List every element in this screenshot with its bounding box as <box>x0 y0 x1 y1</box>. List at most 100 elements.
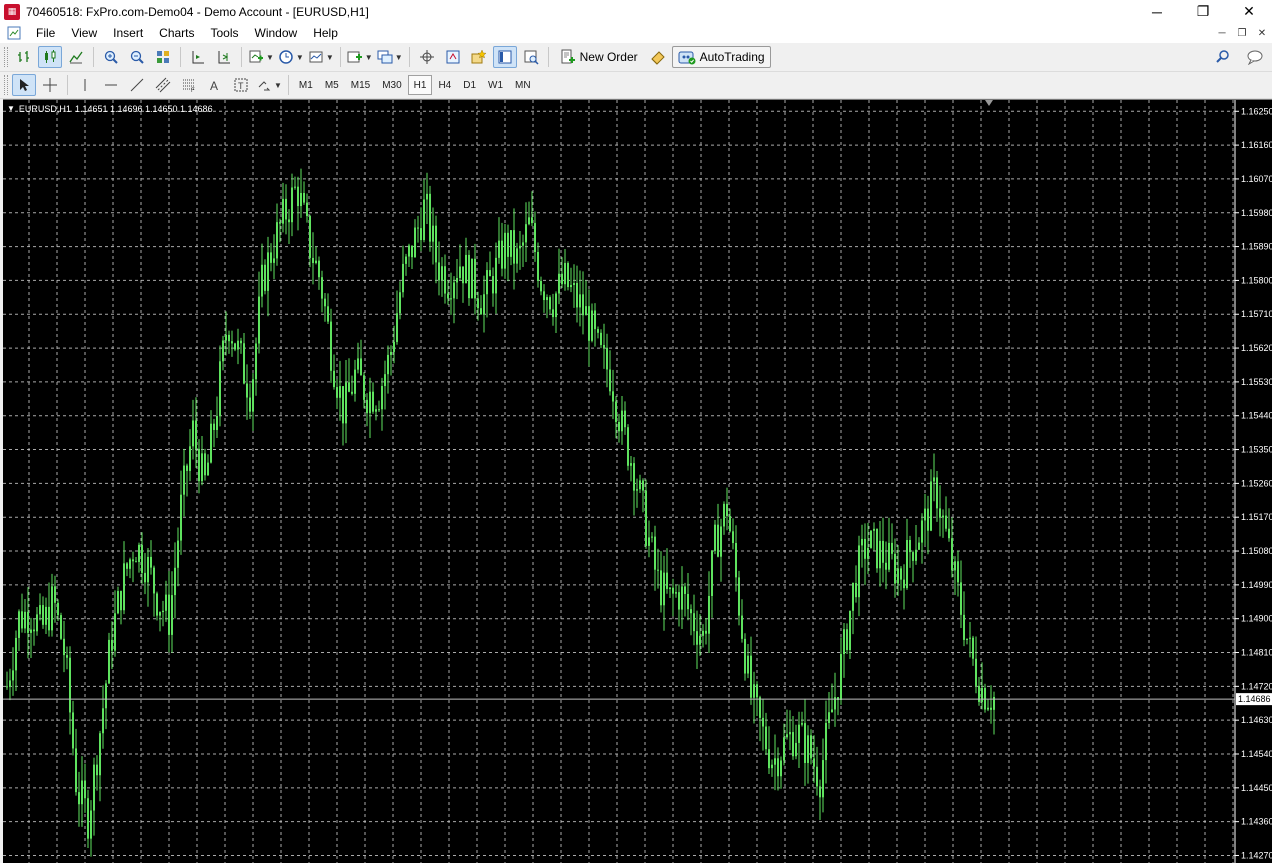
navigator-star-icon[interactable] <box>467 46 491 68</box>
chart-shift-icon[interactable] <box>186 46 210 68</box>
candle-body <box>165 594 167 611</box>
svg-text:A: A <box>210 79 218 93</box>
candle-body <box>873 528 875 531</box>
menu-window[interactable]: Window <box>247 23 306 43</box>
candle-body <box>261 264 263 297</box>
timeframe-h4[interactable]: H4 <box>432 75 457 95</box>
mdi-close-button[interactable]: ✕ <box>1252 23 1272 43</box>
search-icon[interactable] <box>1211 46 1235 68</box>
toolbar-grip[interactable] <box>4 75 8 95</box>
zoom-in-icon[interactable] <box>99 46 123 68</box>
candle-body <box>927 508 929 531</box>
candle-body <box>237 340 239 350</box>
collapse-triangle-icon[interactable]: ▼ <box>7 104 15 114</box>
price-chart[interactable]: 1.16250 1.16160 1.16070 1.15980 1.15890 1.158… <box>3 100 1272 863</box>
close-button[interactable]: ✕ <box>1226 0 1272 23</box>
candle-body <box>933 477 935 482</box>
text-tool-icon[interactable]: A <box>203 74 227 96</box>
vertical-line-icon[interactable] <box>73 74 97 96</box>
line-chart-icon[interactable] <box>64 46 88 68</box>
candle-body <box>432 225 434 242</box>
strategy-tester-icon[interactable] <box>519 46 543 68</box>
equidistant-channel-icon[interactable] <box>151 74 175 96</box>
menu-tools[interactable]: Tools <box>203 23 247 43</box>
new-order-button[interactable]: New Order <box>554 46 644 68</box>
menu-view[interactable]: View <box>63 23 105 43</box>
crosshair-icon[interactable] <box>415 46 439 68</box>
candle-body <box>219 361 221 417</box>
crosshair-tool-icon[interactable] <box>38 74 62 96</box>
candle-body <box>213 423 215 430</box>
candle-body <box>234 343 236 350</box>
trendline-icon[interactable] <box>125 74 149 96</box>
timeframe-m30[interactable]: M30 <box>376 75 407 95</box>
candle-body <box>171 595 173 635</box>
market-watch-icon[interactable] <box>441 46 465 68</box>
candle-body <box>549 297 551 310</box>
indicators-icon[interactable]: ▼ <box>247 46 275 68</box>
candle-body <box>423 199 425 241</box>
candle-body <box>666 572 668 589</box>
toolbar-grip[interactable] <box>4 47 8 67</box>
timeframe-h1[interactable]: H1 <box>407 75 433 95</box>
chart-window[interactable]: 1.16250 1.16160 1.16070 1.15980 1.15890 1.158… <box>3 99 1272 863</box>
timeframe-mn[interactable]: MN <box>509 75 537 95</box>
metaeditor-icon[interactable] <box>646 46 670 68</box>
candle-body <box>90 810 92 839</box>
candle-body <box>150 556 152 568</box>
y-axis-tick-label: 1.14900 <box>1241 614 1272 624</box>
y-axis-tick-label: 1.14810 <box>1241 648 1272 658</box>
candle-body <box>942 515 944 518</box>
terminal-icon[interactable] <box>492 46 517 68</box>
candle-body <box>654 536 656 570</box>
chat-icon[interactable] <box>1243 46 1267 68</box>
autotrading-label: AutoTrading <box>699 50 765 64</box>
y-axis-tick-label: 1.15800 <box>1241 275 1272 285</box>
candle-body <box>75 748 77 793</box>
menu-help[interactable]: Help <box>305 23 346 43</box>
menu-insert[interactable]: Insert <box>105 23 151 43</box>
separator <box>287 75 289 95</box>
candle-body <box>438 262 440 281</box>
timeframe-w1[interactable]: W1 <box>482 75 509 95</box>
candlestick-chart-icon[interactable] <box>38 46 62 68</box>
timeframe-m1[interactable]: M1 <box>293 75 319 95</box>
periods-clock-icon[interactable]: ▼ <box>277 46 305 68</box>
candle-body <box>39 605 41 615</box>
candle-body <box>18 611 20 638</box>
menu-charts[interactable]: Charts <box>151 23 202 43</box>
fibonacci-icon[interactable]: F <box>177 74 201 96</box>
candle-body <box>135 561 137 563</box>
zoom-out-icon[interactable] <box>125 46 149 68</box>
chart-symbol: EURUSD,H1 <box>18 104 71 114</box>
horizontal-line-icon[interactable] <box>99 74 123 96</box>
candle-body <box>321 277 323 299</box>
text-label-icon[interactable]: T <box>229 74 253 96</box>
timeframe-m15[interactable]: M15 <box>345 75 376 95</box>
candle-body <box>552 309 554 318</box>
candle-body <box>606 347 608 370</box>
candle-body <box>330 321 332 371</box>
new-chart-icon[interactable]: ▼ <box>346 46 374 68</box>
candle-body <box>948 528 950 539</box>
maximize-button[interactable]: ❐ <box>1180 0 1226 23</box>
candle-body <box>921 520 923 543</box>
bar-chart-icon[interactable] <box>12 46 36 68</box>
arrows-icon[interactable]: ▼ <box>255 74 283 96</box>
profiles-icon[interactable]: ▼ <box>376 46 404 68</box>
templates-icon[interactable]: ▼ <box>307 46 335 68</box>
cursor-icon[interactable] <box>12 74 36 96</box>
y-axis-tick-label: 1.15440 <box>1241 411 1272 421</box>
auto-scroll-icon[interactable] <box>212 46 236 68</box>
mdi-restore-button[interactable]: ❐ <box>1232 23 1252 43</box>
tile-windows-icon[interactable] <box>151 46 175 68</box>
timeframe-m5[interactable]: M5 <box>319 75 345 95</box>
chart-window-icon[interactable] <box>6 25 22 41</box>
menu-file[interactable]: File <box>28 23 63 43</box>
candle-body <box>876 528 878 569</box>
mdi-minimize-button[interactable]: ─ <box>1212 23 1232 43</box>
timeframe-d1[interactable]: D1 <box>457 75 482 95</box>
autotrading-button[interactable]: AutoTrading <box>671 46 771 68</box>
candle-body <box>924 508 926 521</box>
minimize-button[interactable]: ─ <box>1134 0 1180 23</box>
